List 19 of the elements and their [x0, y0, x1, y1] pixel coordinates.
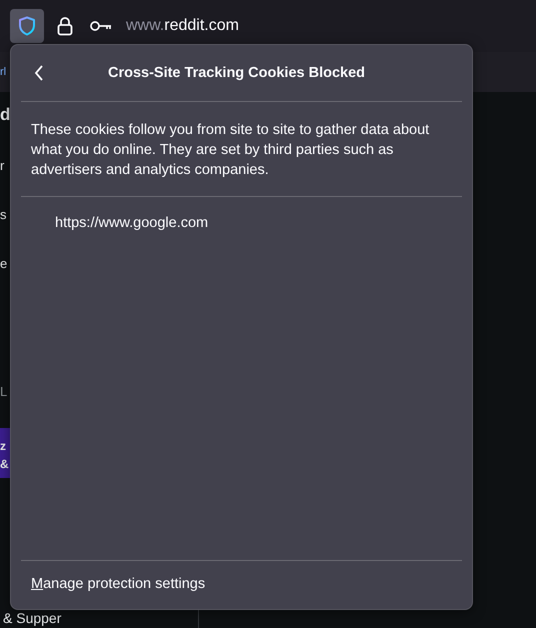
bookmark-label[interactable]: rl: [0, 66, 6, 78]
description-text: These cookies follow you from site to site to gather data about what you do online. They are set by third parties such as advertisers and analytics companies.: [30, 121, 430, 180]
shield-icon: [18, 16, 36, 36]
logo-text: d: [0, 106, 10, 123]
nav-label[interactable]: e: [0, 257, 10, 270]
back-icon: [34, 65, 44, 81]
popup-title: Cross-Site Tracking Cookies Blocked: [106, 65, 366, 81]
shield-button[interactable]: [10, 9, 44, 43]
card-text: &: [0, 458, 10, 470]
lock-icon[interactable]: [57, 16, 73, 36]
nav-label[interactable]: r: [0, 159, 10, 172]
settings-link[interactable]: Manage protection settings: [31, 576, 206, 592]
nav-label[interactable]: s: [0, 208, 10, 221]
url-field[interactable]: www.reddit.com: [126, 17, 239, 35]
card-text: z: [0, 440, 7, 452]
key-icon[interactable]: [90, 20, 112, 32]
section-heading: L: [0, 385, 8, 398]
blocked-site: https://www.google.com: [55, 215, 210, 231]
item-title: & Supper: [3, 610, 62, 626]
